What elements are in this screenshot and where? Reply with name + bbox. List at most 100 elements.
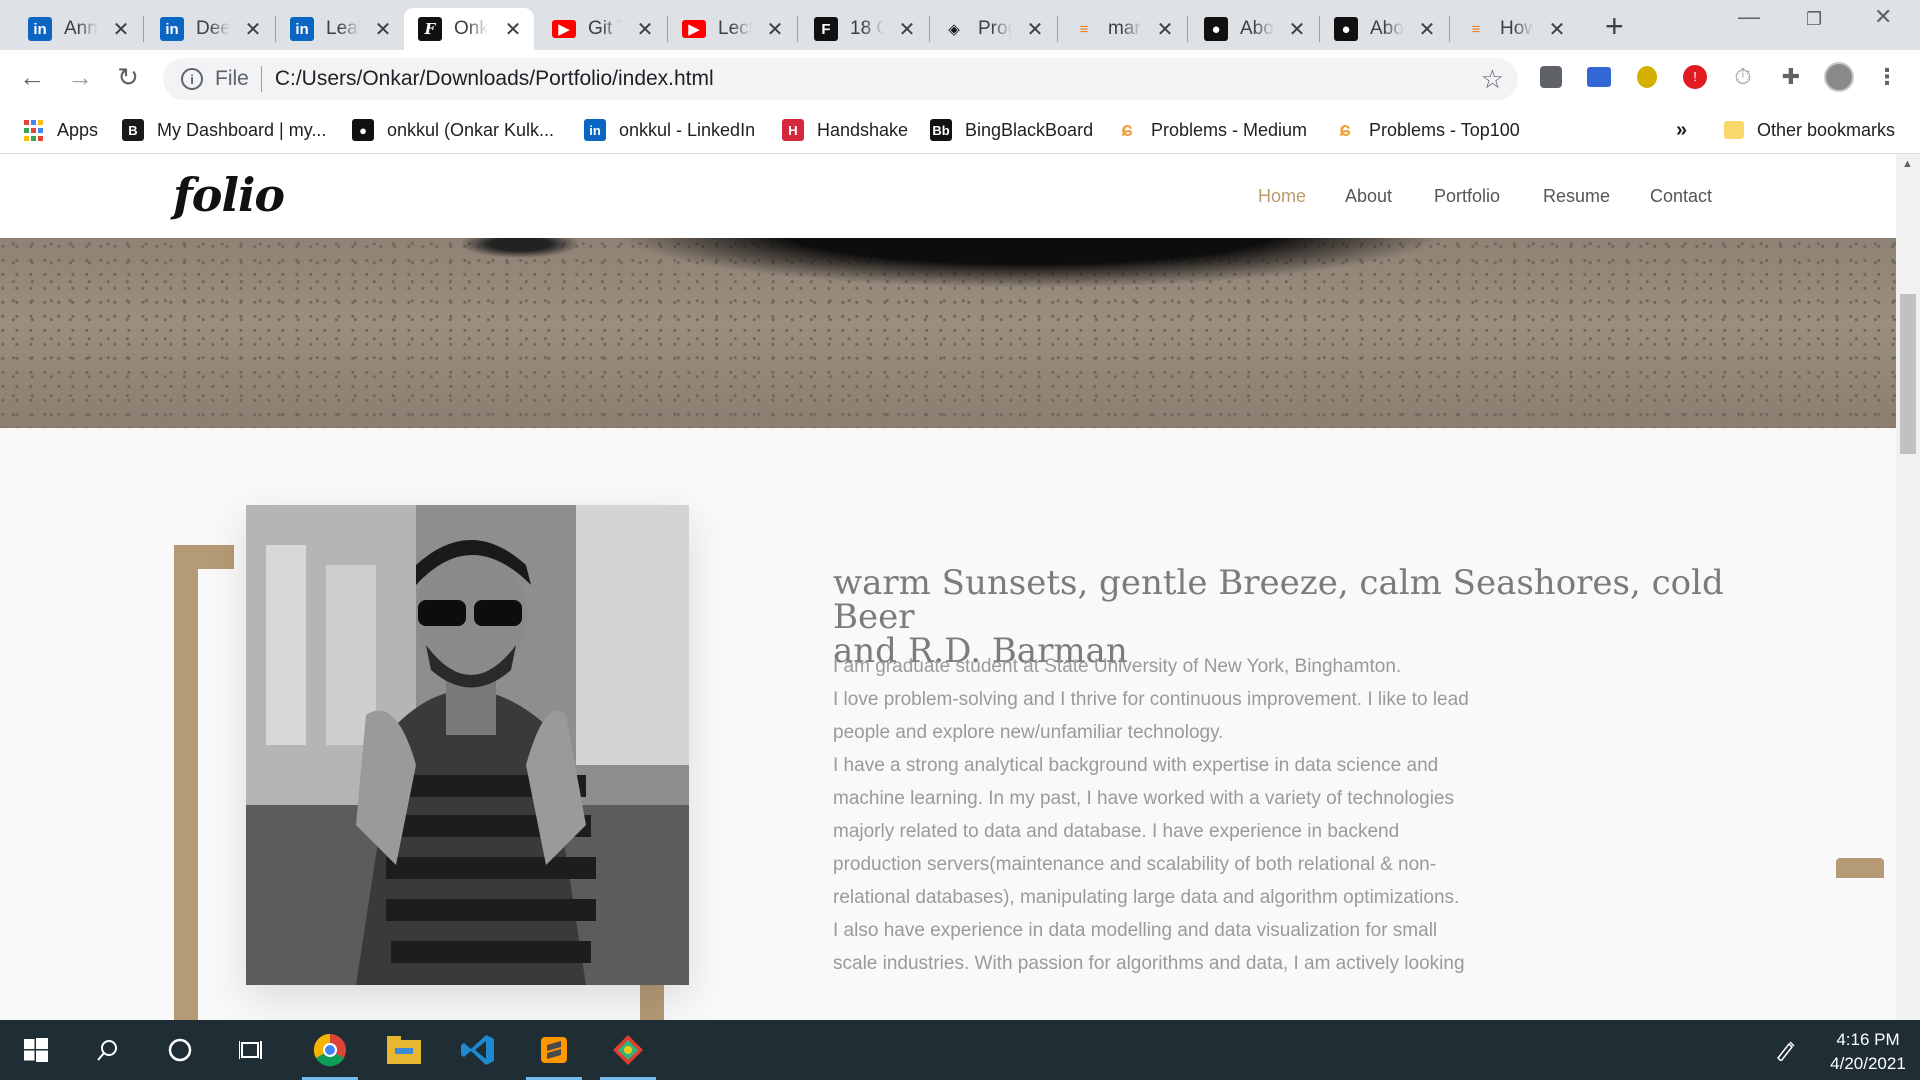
browser-tab[interactable]: F Onk ✕ bbox=[404, 8, 534, 50]
tab-separator bbox=[1187, 16, 1188, 42]
nav-home[interactable]: Home bbox=[1258, 186, 1306, 207]
browser-tab[interactable]: ● Abo ✕ bbox=[1190, 8, 1318, 50]
forward-icon[interactable]: → bbox=[64, 62, 96, 93]
extension-icon[interactable] bbox=[1536, 62, 1566, 92]
new-tab-button[interactable]: + bbox=[1605, 8, 1624, 45]
other-bookmarks-folder[interactable]: Other bookmarks bbox=[1724, 114, 1895, 146]
bookmarks-overflow-button[interactable]: » bbox=[1676, 114, 1687, 146]
github-icon: ● bbox=[352, 119, 374, 141]
calendar-extension-icon[interactable] bbox=[1584, 62, 1614, 92]
pen-workspace-icon[interactable] bbox=[1752, 1020, 1820, 1080]
reload-icon[interactable]: ↻ bbox=[112, 62, 144, 93]
bookmark-item[interactable]: Apps bbox=[22, 114, 98, 146]
tab-title: Lect bbox=[718, 18, 752, 39]
adblock-extension-icon[interactable]: ! bbox=[1680, 62, 1710, 92]
shield-extension-icon[interactable] bbox=[1632, 62, 1662, 92]
close-tab-icon[interactable]: ✕ bbox=[1286, 17, 1308, 42]
bookmark-label: onkkul - LinkedIn bbox=[619, 119, 756, 140]
bookmark-item[interactable]: H Handshake bbox=[782, 114, 908, 146]
close-tab-icon[interactable]: ✕ bbox=[764, 17, 786, 42]
browser-tab[interactable]: ● Abo ✕ bbox=[1320, 8, 1448, 50]
scroll-up-icon[interactable]: ▲ bbox=[1902, 158, 1913, 170]
nav-contact[interactable]: Contact bbox=[1650, 186, 1712, 207]
bookmark-item[interactable]: Bb BingBlackBoard bbox=[930, 114, 1093, 146]
profile-avatar[interactable] bbox=[1824, 62, 1854, 92]
search-icon[interactable] bbox=[74, 1020, 142, 1080]
clock-date: 4/20/2021 bbox=[1830, 1054, 1906, 1073]
nav-resume[interactable]: Resume bbox=[1543, 186, 1610, 207]
site-logo[interactable]: folio bbox=[173, 168, 285, 222]
close-tab-icon[interactable]: ✕ bbox=[502, 17, 524, 42]
folio-icon: F bbox=[418, 17, 442, 41]
close-tab-icon[interactable]: ✕ bbox=[242, 17, 264, 42]
sublime-text-icon[interactable] bbox=[520, 1020, 588, 1080]
close-tab-icon[interactable]: ✕ bbox=[896, 17, 918, 42]
handshake-icon: H bbox=[782, 119, 804, 141]
close-tab-icon[interactable]: ✕ bbox=[372, 17, 394, 42]
task-view-icon[interactable] bbox=[218, 1020, 286, 1080]
bookmark-label: Apps bbox=[57, 119, 99, 140]
site-info-icon[interactable]: i bbox=[181, 68, 203, 90]
about-heading-line-1: warm Sunsets, gentle Breeze, calm Seasho… bbox=[833, 563, 1724, 637]
tab-title: Leah bbox=[326, 18, 360, 39]
bookmark-item[interactable]: ɕ Problems - Top100 bbox=[1334, 114, 1520, 146]
nav-about[interactable]: About bbox=[1345, 186, 1392, 207]
file-explorer-icon[interactable] bbox=[370, 1020, 438, 1080]
back-icon[interactable]: ← bbox=[16, 62, 48, 93]
about-line: I love problem-solving and I thrive for … bbox=[833, 689, 1469, 710]
extensions-puzzle-icon[interactable]: ✚ bbox=[1776, 62, 1806, 92]
close-tab-icon[interactable]: ✕ bbox=[1416, 17, 1438, 42]
menu-kebab-icon[interactable]: ⋮ bbox=[1872, 62, 1902, 92]
page-scrollbar[interactable]: ▲ bbox=[1896, 154, 1920, 1020]
close-tab-icon[interactable]: ✕ bbox=[1024, 17, 1046, 42]
linkedin-icon: in bbox=[160, 17, 184, 41]
bookmark-label: onkkul (Onkar Kulk... bbox=[387, 119, 555, 140]
cortana-icon[interactable] bbox=[146, 1020, 214, 1080]
close-tab-icon[interactable]: ✕ bbox=[110, 17, 132, 42]
profile-photo-illustration bbox=[246, 505, 689, 985]
bookmark-item[interactable]: B My Dashboard | my... bbox=[122, 114, 326, 146]
chrome-taskbar-icon[interactable] bbox=[296, 1020, 364, 1080]
minimize-icon[interactable]: — bbox=[1738, 4, 1760, 30]
bookmark-label: BingBlackBoard bbox=[965, 119, 1094, 140]
bookmark-item[interactable]: in onkkul - LinkedIn bbox=[584, 114, 755, 146]
dashboard-icon: B bbox=[122, 119, 144, 141]
scrollbar-thumb[interactable] bbox=[1900, 294, 1916, 454]
address-url[interactable]: C:/Users/Onkar/Downloads/Portfolio/index… bbox=[275, 67, 714, 91]
windows-start-icon[interactable] bbox=[2, 1020, 70, 1080]
about-line: people and explore new/unfamiliar techno… bbox=[833, 722, 1224, 743]
linkedin-icon: in bbox=[290, 17, 314, 41]
browser-tab[interactable]: ▶ Lect ✕ bbox=[668, 8, 796, 50]
timer-extension-icon[interactable]: ⏱ bbox=[1728, 62, 1758, 92]
tab-title: Annu bbox=[64, 18, 98, 39]
bookmark-star-icon[interactable]: ☆ bbox=[1481, 64, 1504, 95]
web-page: folio Home About Portfolio Resume Contact bbox=[0, 154, 1896, 1020]
tab-title: Abo bbox=[1370, 18, 1404, 39]
browser-tab[interactable]: ▶ Git T ✕ bbox=[538, 8, 666, 50]
browser-tab[interactable]: in Deep ✕ bbox=[146, 8, 274, 50]
close-tab-icon[interactable]: ✕ bbox=[1546, 17, 1568, 42]
browser-tab[interactable]: ≡ How ✕ bbox=[1450, 8, 1578, 50]
browser-tab[interactable]: F 18 C ✕ bbox=[800, 8, 928, 50]
browser-tab[interactable]: in Annu ✕ bbox=[14, 8, 142, 50]
decorative-frame bbox=[174, 545, 198, 1020]
bookmark-item[interactable]: ● onkkul (Onkar Kulk... bbox=[352, 114, 554, 146]
bookmark-label: Handshake bbox=[817, 119, 909, 140]
site-header: folio Home About Portfolio Resume Contact bbox=[0, 154, 1896, 238]
restore-icon[interactable]: ❐ bbox=[1806, 9, 1822, 30]
vscode-icon[interactable] bbox=[444, 1020, 512, 1080]
browser-tab[interactable]: in Leah ✕ bbox=[276, 8, 404, 50]
close-window-icon[interactable]: ✕ bbox=[1874, 4, 1892, 30]
browser-tab[interactable]: ≡ mar ✕ bbox=[1058, 8, 1186, 50]
address-bar[interactable]: i File C:/Users/Onkar/Downloads/Portfoli… bbox=[163, 58, 1518, 100]
system-clock[interactable]: 4:16 PM 4/20/2021 bbox=[1820, 1028, 1916, 1076]
close-tab-icon[interactable]: ✕ bbox=[1154, 17, 1176, 42]
tab-separator bbox=[143, 16, 144, 42]
scroll-to-top-button[interactable] bbox=[1836, 858, 1884, 878]
bookmark-item[interactable]: ɕ Problems - Medium bbox=[1116, 114, 1307, 146]
linkedin-icon: in bbox=[584, 119, 606, 141]
nav-portfolio[interactable]: Portfolio bbox=[1434, 186, 1500, 207]
browser-tab[interactable]: ◈ Prog ✕ bbox=[928, 8, 1056, 50]
close-tab-icon[interactable]: ✕ bbox=[634, 17, 656, 42]
gitkraken-icon[interactable] bbox=[594, 1020, 662, 1080]
